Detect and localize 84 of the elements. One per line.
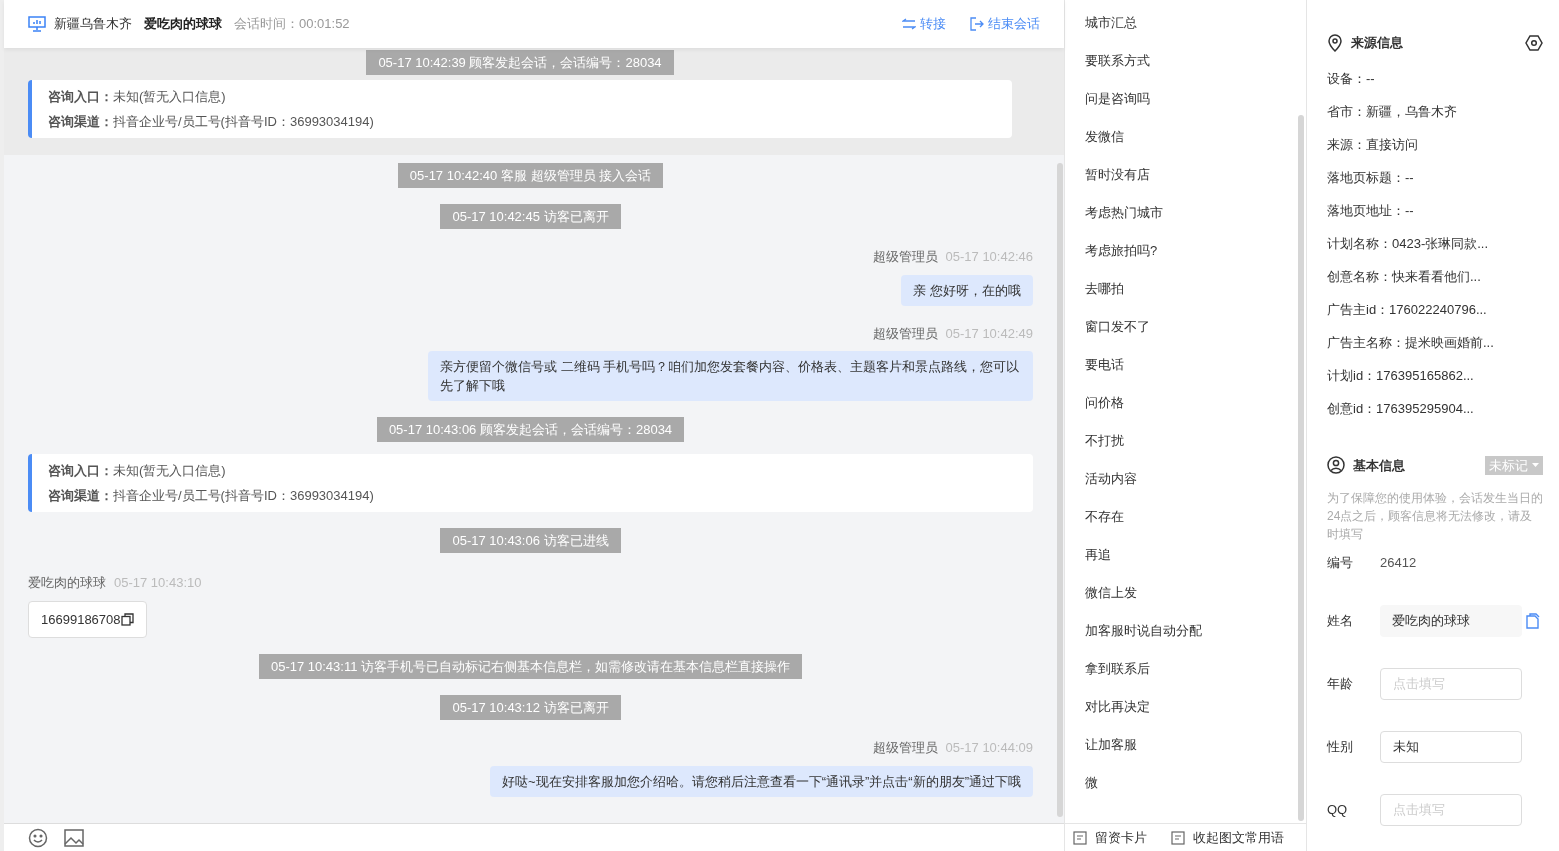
sender-name: 超级管理员 <box>872 739 938 757</box>
image-icon[interactable] <box>64 828 84 847</box>
source-info-row-text: 广告主id：176022240796... <box>1327 301 1488 320</box>
monitor-icon <box>28 16 46 32</box>
quick-phrase[interactable]: 问价格 <box>1085 394 1298 432</box>
document-icon <box>1073 830 1087 845</box>
quick-phrase[interactable]: 活动内容 <box>1085 470 1298 508</box>
source-info-row-text: 落地页地址：-- <box>1327 202 1415 221</box>
visitor-location: 新疆乌鲁木齐 <box>54 15 132 34</box>
message-bubble: 亲 您好呀，在的哦 <box>901 274 1033 306</box>
info-line: 咨询渠道：抖音企业号/员工号(抖音号ID：36993034194) <box>48 113 375 131</box>
system-message: 05-17 10:43:06 访客已进线 <box>440 528 621 553</box>
system-message: 05-17 10:43:06 顾客发起会话，会话编号：28034 <box>376 417 685 442</box>
system-message: 05-17 10:43:11 访客手机号已自动标记右侧基本信息栏，如需修改请在基本信息栏直接操作 <box>258 654 803 679</box>
visitor-name: 爱吃肉的球球 <box>144 15 222 34</box>
source-info-row-text: 创意id：176395295904... <box>1327 400 1475 419</box>
emoji-icon[interactable] <box>28 827 48 848</box>
quick-phrase[interactable]: 微 <box>1085 774 1298 812</box>
source-info-row-text: 省市：新疆，乌鲁木齐 <box>1327 103 1458 122</box>
session-duration: 会话时间：00:01:52 <box>234 15 350 34</box>
source-info-row-text: 设备：-- <box>1327 70 1376 89</box>
sender-name: 爱吃肉的球球 <box>28 574 106 592</box>
field-label: 性别 <box>1327 737 1354 756</box>
info-line: 咨询入口：未知(暂无入口信息) <box>48 462 227 480</box>
source-info-row-text: 创意名称：快来看看他们... <box>1327 268 1482 287</box>
quick-phrase[interactable]: 问是咨询吗 <box>1085 90 1298 128</box>
field-label: QQ <box>1327 800 1349 819</box>
transfer-button[interactable]: 转接 <box>902 14 946 34</box>
location-pin-icon <box>1327 33 1343 52</box>
message-time: 05-17 10:43:10 <box>114 574 202 592</box>
quick-phrase[interactable]: 要电话 <box>1085 356 1298 394</box>
quick-phrase[interactable]: 不存在 <box>1085 508 1298 546</box>
message-time: 05-17 10:44:09 <box>945 739 1033 757</box>
quick-phrase[interactable]: 再追 <box>1085 546 1298 584</box>
phone-number: 16699186708 <box>41 610 121 629</box>
notice-text: 为了保障您的使用体验，会话发生当日的24点之后，顾客信息将无法修改，请及时填写 <box>1327 490 1543 543</box>
message-bubble: 好哒~现在安排客服加您介绍哈。请您稍后注意查看一下“通讯录”并点击“新的朋友”通过下哦 <box>490 765 1033 797</box>
field-label: 姓名 <box>1327 611 1354 630</box>
phrase-action-button[interactable]: 收起图文常用语 <box>1171 827 1284 848</box>
quick-phrase[interactable]: 考虑热门城市 <box>1085 204 1298 242</box>
message-bubble: 亲方便留个微信号或 二维码 手机号吗？咱们加您发套餐内容、价格表、主题客片和景点路线，您可以先了解下哦 <box>428 351 1033 401</box>
source-info-row-text: 广告主名称：提米映画婚前... <box>1327 334 1495 353</box>
source-info-row-text: 来源：直接访问 <box>1327 136 1419 155</box>
quick-phrase[interactable]: 去哪拍 <box>1085 280 1298 318</box>
section-title: 来源信息 <box>1351 34 1403 52</box>
quick-phrase[interactable]: 让加客服 <box>1085 736 1298 774</box>
quick-phrase[interactable]: 微信上发 <box>1085 584 1298 622</box>
input-field[interactable]: 未知 <box>1380 730 1522 763</box>
info-line: 咨询入口：未知(暂无入口信息) <box>48 88 227 106</box>
copy-icon[interactable] <box>120 612 134 626</box>
message-time: 05-17 10:42:49 <box>945 324 1033 343</box>
quick-phrase[interactable]: 考虑旅拍吗? <box>1085 242 1298 280</box>
quick-phrase[interactable]: 加客服时说自动分配 <box>1085 622 1298 660</box>
field-label: 年龄 <box>1327 674 1354 693</box>
field-label: 编号 <box>1327 554 1354 572</box>
user-circle-icon <box>1327 456 1345 475</box>
source-info-row-text: 计划名称：0423-张琳同款... <box>1327 235 1490 254</box>
field-value: 26412 <box>1380 554 1417 572</box>
section-title: 基本信息 <box>1353 456 1405 475</box>
quick-phrase[interactable]: 暂时没有店 <box>1085 166 1298 204</box>
quick-phrase[interactable]: 对比再决定 <box>1085 698 1298 736</box>
caret-icon <box>1532 463 1539 468</box>
exit-icon <box>970 17 984 31</box>
message-time: 05-17 10:42:46 <box>945 248 1033 266</box>
quick-phrase[interactable]: 窗口发不了 <box>1085 318 1298 356</box>
settings-icon[interactable] <box>1525 33 1543 52</box>
name-field[interactable]: 爱吃肉的球球 <box>1380 604 1522 637</box>
quick-phrase[interactable]: 城市汇总 <box>1085 14 1298 52</box>
system-message: 05-17 10:43:12 访客已离开 <box>440 695 621 720</box>
info-line: 咨询渠道：抖音企业号/员工号(抖音号ID：36993034194) <box>48 487 375 505</box>
system-message: 05-17 10:42:45 访客已离开 <box>440 204 621 229</box>
quick-phrase[interactable]: 拿到联系后 <box>1085 660 1298 698</box>
quick-phrase[interactable]: 不打扰 <box>1085 432 1298 470</box>
swap-icon <box>902 18 916 30</box>
quick-phrase[interactable]: 要联系方式 <box>1085 52 1298 90</box>
system-message: 05-17 10:42:40 客服 超级管理员 接入会话 <box>397 163 664 188</box>
source-info-row-text: 计划id：176395165862... <box>1327 367 1475 386</box>
sender-name: 超级管理员 <box>872 248 938 266</box>
document-icon <box>1171 830 1185 845</box>
source-info-row-text: 落地页标题：-- <box>1327 169 1415 188</box>
system-message: 05-17 10:42:39 顾客发起会话，会话编号：28034 <box>366 50 674 75</box>
sender-name: 超级管理员 <box>872 324 938 343</box>
quick-phrase[interactable]: 发微信 <box>1085 128 1298 166</box>
phrase-action-button[interactable]: 留资卡片 <box>1073 827 1147 848</box>
